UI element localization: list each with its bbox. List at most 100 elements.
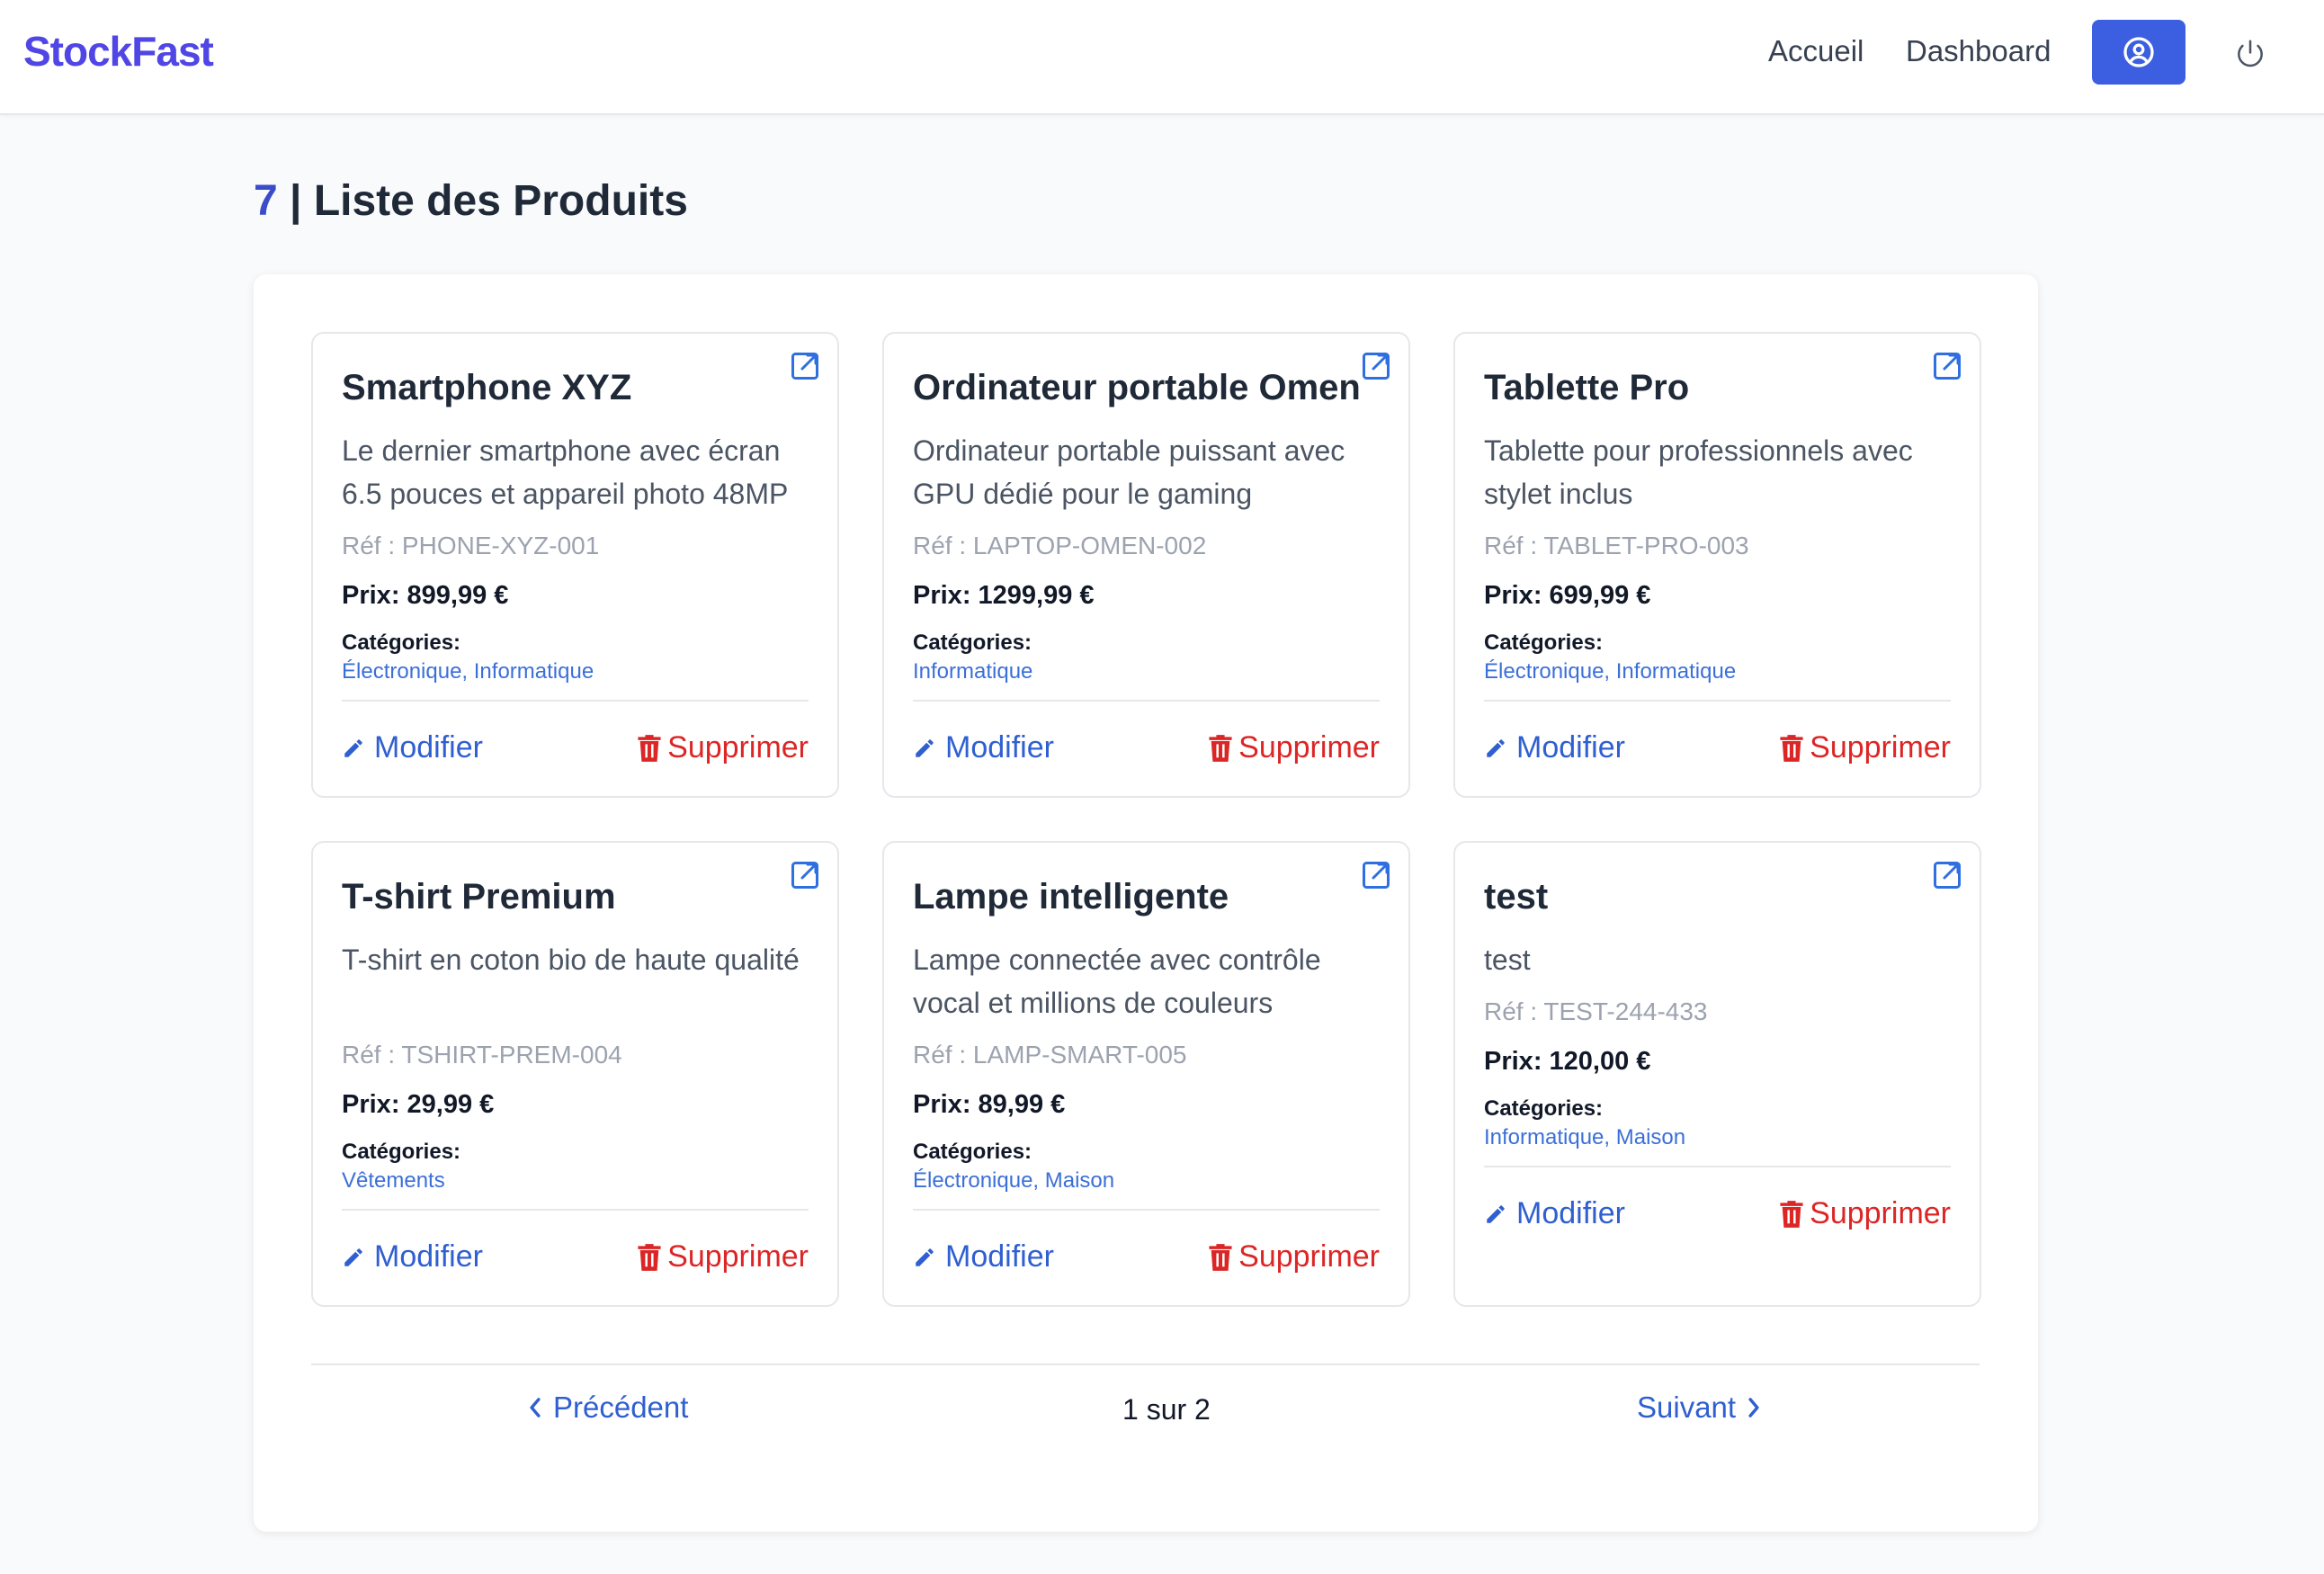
categories-value: Informatique, Maison — [1484, 1125, 1686, 1149]
product-name[interactable]: Lampe intelligente — [913, 877, 1229, 917]
edit-button[interactable]: Modifier — [913, 730, 1054, 765]
categories-value: Électronique, Maison — [913, 1168, 1115, 1193]
product-price: Prix: 89,99 € — [913, 1090, 1065, 1120]
edit-button[interactable]: Modifier — [342, 730, 483, 765]
pencil-icon — [1487, 1204, 1505, 1223]
ref-label: Réf : — [342, 1041, 402, 1069]
power-icon — [2238, 40, 2263, 67]
product-ref: Réf : TSHIRT-PREM-004 — [342, 1041, 622, 1069]
ref-value: LAPTOP-OMEN-002 — [972, 532, 1207, 559]
ref-label: Réf : — [1484, 997, 1544, 1025]
categories-value: Informatique — [913, 659, 1033, 684]
product-ref: Réf : LAPTOP-OMEN-002 — [913, 532, 1206, 560]
delete-button[interactable]: Supprimer — [1208, 730, 1380, 765]
product-card: Ordinateur portable Omen Ordinateur port… — [882, 332, 1410, 798]
product-description: Tablette pour professionnels avec stylet… — [1484, 434, 1913, 510]
delete-label: Supprimer — [1238, 730, 1380, 765]
trash-icon — [1780, 734, 1803, 762]
price-value: 120,00 € — [1549, 1047, 1651, 1076]
ref-label: Réf : — [342, 532, 402, 559]
categories-label: Catégories: — [913, 630, 1032, 655]
nav-link-accueil[interactable]: Accueil — [1768, 34, 1864, 68]
categories-label: Catégories: — [342, 630, 461, 655]
edit-label: Modifier — [1516, 730, 1625, 765]
ref-label: Réf : — [913, 1041, 973, 1069]
external-link-icon[interactable] — [1931, 859, 1963, 891]
pencil-icon — [916, 1248, 934, 1266]
next-label: Suivant — [1637, 1391, 1737, 1424]
price-value: 1299,99 € — [978, 581, 1095, 610]
edit-label: Modifier — [1516, 1196, 1625, 1230]
page-title-text: Liste des Produits — [313, 177, 688, 225]
product-price: Prix: 699,99 € — [1484, 581, 1650, 611]
external-link-icon[interactable] — [789, 859, 821, 891]
delete-button[interactable]: Supprimer — [1779, 730, 1951, 765]
edit-button[interactable]: Modifier — [1484, 1196, 1625, 1231]
previous-label: Précédent — [553, 1391, 689, 1424]
product-name[interactable]: test — [1484, 877, 1548, 917]
next-page-button[interactable]: Suivant — [1637, 1391, 1761, 1425]
edit-label: Modifier — [374, 1239, 483, 1274]
product-ref: Réf : LAMP-SMART-005 — [913, 1041, 1186, 1069]
categories-label: Catégories: — [342, 1140, 461, 1164]
logout-button[interactable] — [2230, 34, 2270, 74]
ref-value: TSHIRT-PREM-004 — [401, 1041, 622, 1069]
delete-label: Supprimer — [1810, 730, 1951, 765]
product-name[interactable]: Tablette Pro — [1484, 368, 1689, 408]
product-card: test test Réf : TEST-244-433 Prix: 120,0… — [1453, 841, 1981, 1307]
price-value: 89,99 € — [978, 1090, 1066, 1119]
product-card: T-shirt Premium T-shirt en coton bio de … — [311, 841, 839, 1307]
delete-button[interactable]: Supprimer — [637, 730, 809, 765]
nav-link-dashboard[interactable]: Dashboard — [1906, 34, 2051, 68]
delete-button[interactable]: Supprimer — [637, 1239, 809, 1274]
external-link-icon[interactable] — [1360, 859, 1392, 891]
categories-value: Électronique, Informatique — [342, 659, 594, 684]
edit-label: Modifier — [945, 730, 1054, 765]
delete-button[interactable]: Supprimer — [1779, 1196, 1951, 1231]
user-circle-icon — [2123, 37, 2154, 67]
trash-icon — [1209, 734, 1232, 762]
previous-page-button[interactable]: Précédent — [528, 1391, 688, 1425]
brand-logo[interactable]: StockFast — [23, 27, 214, 76]
edit-button[interactable]: Modifier — [342, 1239, 483, 1274]
product-price: Prix: 899,99 € — [342, 581, 508, 611]
card-divider — [913, 1209, 1380, 1211]
product-ref: Réf : TEST-244-433 — [1484, 997, 1708, 1026]
page-indicator: 1 sur 2 — [1122, 1393, 1211, 1426]
ref-value: PHONE-XYZ-001 — [401, 532, 600, 559]
external-link-icon[interactable] — [789, 350, 821, 382]
product-name[interactable]: T-shirt Premium — [342, 877, 616, 917]
price-label: Prix: — [342, 1090, 407, 1119]
pencil-icon — [916, 738, 934, 757]
delete-button[interactable]: Supprimer — [1208, 1239, 1380, 1274]
product-price: Prix: 29,99 € — [342, 1090, 494, 1120]
edit-button[interactable]: Modifier — [1484, 730, 1625, 765]
external-link-icon[interactable] — [1931, 350, 1963, 382]
product-count: 7 — [254, 177, 278, 225]
product-description: Le dernier smartphone avec écran 6.5 pou… — [342, 434, 789, 510]
edit-label: Modifier — [374, 730, 483, 765]
categories-value: Vêtements — [342, 1168, 445, 1193]
price-label: Prix: — [342, 581, 407, 610]
product-ref: Réf : PHONE-XYZ-001 — [342, 532, 599, 560]
product-description: Ordinateur portable puissant avec GPU dé… — [913, 434, 1345, 510]
card-divider — [1484, 1166, 1951, 1167]
profile-button[interactable] — [2092, 20, 2185, 85]
edit-button[interactable]: Modifier — [913, 1239, 1054, 1274]
product-description: T-shirt en coton bio de haute qualité — [342, 944, 800, 976]
product-name[interactable]: Smartphone XYZ — [342, 368, 631, 408]
price-value: 699,99 € — [1549, 581, 1651, 610]
card-divider — [1484, 700, 1951, 702]
external-link-icon[interactable] — [1360, 350, 1392, 382]
chevron-right-icon — [1748, 1398, 1759, 1417]
title-separator: | — [277, 177, 314, 225]
ref-value: TEST-244-433 — [1543, 997, 1708, 1025]
ref-label: Réf : — [913, 532, 973, 559]
delete-label: Supprimer — [667, 730, 809, 765]
product-name[interactable]: Ordinateur portable Omen — [913, 368, 1361, 408]
trash-icon — [1780, 1200, 1803, 1228]
delete-label: Supprimer — [1238, 1239, 1380, 1274]
product-price: Prix: 1299,99 € — [913, 581, 1095, 611]
products-panel: Smartphone XYZ Le dernier smartphone ave… — [254, 274, 2038, 1532]
ref-value: LAMP-SMART-005 — [972, 1041, 1187, 1069]
